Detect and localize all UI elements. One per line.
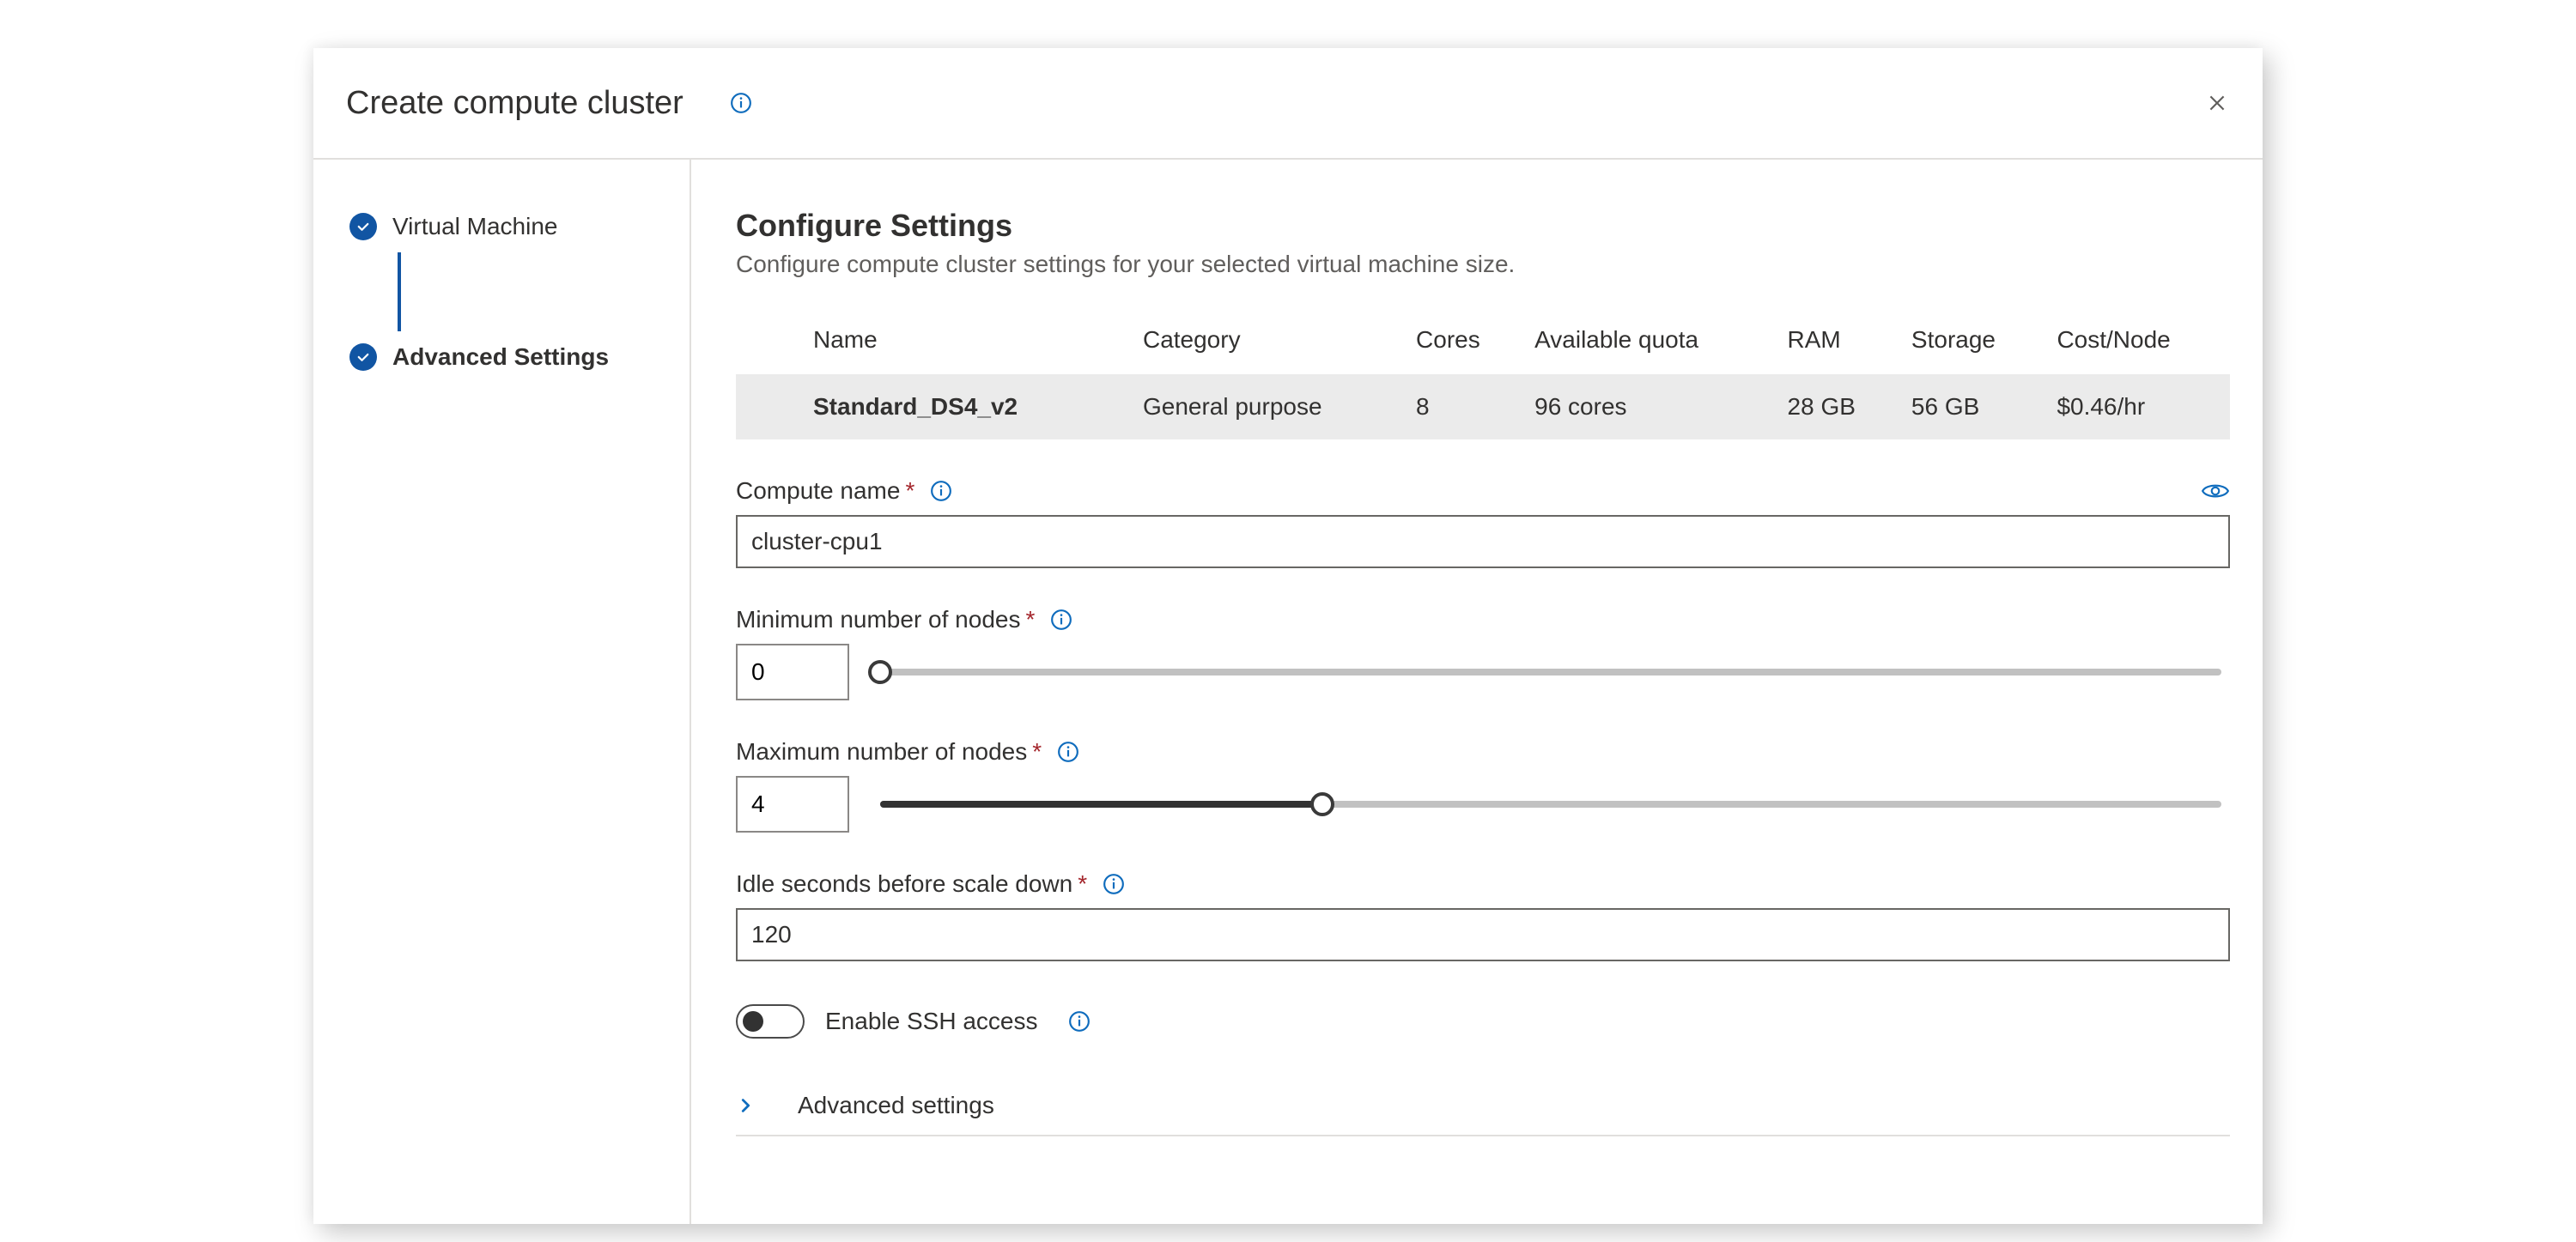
col-quota: Available quota (1522, 316, 1775, 374)
cell-name: Standard_DS4_v2 (736, 374, 1131, 439)
idle-seconds-label: Idle seconds before scale down * (736, 870, 1125, 898)
idle-seconds-input[interactable] (736, 908, 2230, 961)
field-idle-seconds: Idle seconds before scale down * (736, 870, 2230, 961)
wizard-nav: Virtual Machine Advanced Settings (313, 160, 691, 1224)
slider-thumb[interactable] (868, 660, 892, 684)
dialog-title: Create compute cluster (346, 85, 683, 122)
field-min-nodes: Minimum number of nodes * (736, 606, 2230, 700)
col-cost: Cost/Node (2044, 316, 2230, 374)
info-icon[interactable] (1057, 741, 1079, 763)
nav-step-advanced-settings[interactable]: Advanced Settings (349, 343, 690, 371)
ssh-toggle-label: Enable SSH access (825, 1008, 1037, 1035)
cell-cores: 8 (1404, 374, 1522, 439)
check-icon (349, 343, 377, 371)
advanced-settings-expander[interactable]: Advanced settings (736, 1076, 2230, 1136)
field-compute-name: Compute name * (736, 477, 2230, 568)
close-icon[interactable] (2206, 92, 2228, 114)
dialog-title-row: Create compute cluster (346, 85, 752, 122)
info-icon[interactable] (1103, 873, 1125, 895)
col-category: Category (1131, 316, 1404, 374)
max-nodes-slider[interactable] (880, 801, 2221, 808)
field-max-nodes: Maximum number of nodes * (736, 738, 2230, 833)
preview-icon[interactable] (2201, 482, 2230, 500)
nav-step-virtual-machine[interactable]: Virtual Machine (349, 213, 690, 240)
compute-name-input[interactable] (736, 515, 2230, 568)
max-nodes-input[interactable] (736, 776, 849, 833)
slider-thumb[interactable] (1310, 792, 1334, 816)
cell-cost: $0.46/hr (2044, 374, 2230, 439)
cell-storage: 56 GB (1899, 374, 2045, 439)
col-name: Name (736, 316, 1131, 374)
vm-summary-table: Name Category Cores Available quota RAM … (736, 316, 2230, 439)
cell-category: General purpose (1131, 374, 1404, 439)
slider-fill (880, 801, 1322, 808)
col-storage: Storage (1899, 316, 2045, 374)
col-ram: RAM (1776, 316, 1899, 374)
required-marker: * (1032, 738, 1042, 766)
nav-connector (398, 252, 401, 331)
compute-name-label: Compute name * (736, 477, 952, 505)
cell-quota: 96 cores (1522, 374, 1775, 439)
nav-step-label: Virtual Machine (392, 213, 557, 240)
min-nodes-label: Minimum number of nodes * (736, 606, 1072, 633)
cell-ram: 28 GB (1776, 374, 1899, 439)
chevron-right-icon (736, 1096, 755, 1115)
nav-step-label: Advanced Settings (392, 343, 609, 371)
table-row: Standard_DS4_v2 General purpose 8 96 cor… (736, 374, 2230, 439)
section-subtitle: Configure compute cluster settings for y… (736, 251, 2230, 278)
info-icon[interactable] (930, 480, 952, 502)
min-nodes-slider[interactable] (880, 669, 2221, 676)
advanced-settings-label: Advanced settings (772, 1092, 994, 1119)
section-title: Configure Settings (736, 208, 2230, 244)
configure-settings-panel: Configure Settings Configure compute clu… (691, 160, 2295, 1224)
min-nodes-input[interactable] (736, 644, 849, 700)
info-icon[interactable] (1068, 1010, 1091, 1033)
required-marker: * (905, 477, 914, 505)
max-nodes-label: Maximum number of nodes * (736, 738, 1079, 766)
create-compute-cluster-dialog: Create compute cluster (313, 48, 2263, 1224)
toggle-knob (743, 1011, 763, 1032)
check-icon (349, 213, 377, 240)
info-icon[interactable] (730, 92, 752, 114)
info-icon[interactable] (1050, 609, 1072, 631)
ssh-toggle[interactable] (736, 1004, 805, 1039)
field-enable-ssh: Enable SSH access (736, 1004, 2230, 1039)
table-header-row: Name Category Cores Available quota RAM … (736, 316, 2230, 374)
required-marker: * (1078, 870, 1087, 898)
col-cores: Cores (1404, 316, 1522, 374)
dialog-header: Create compute cluster (313, 48, 2263, 160)
required-marker: * (1025, 606, 1035, 633)
